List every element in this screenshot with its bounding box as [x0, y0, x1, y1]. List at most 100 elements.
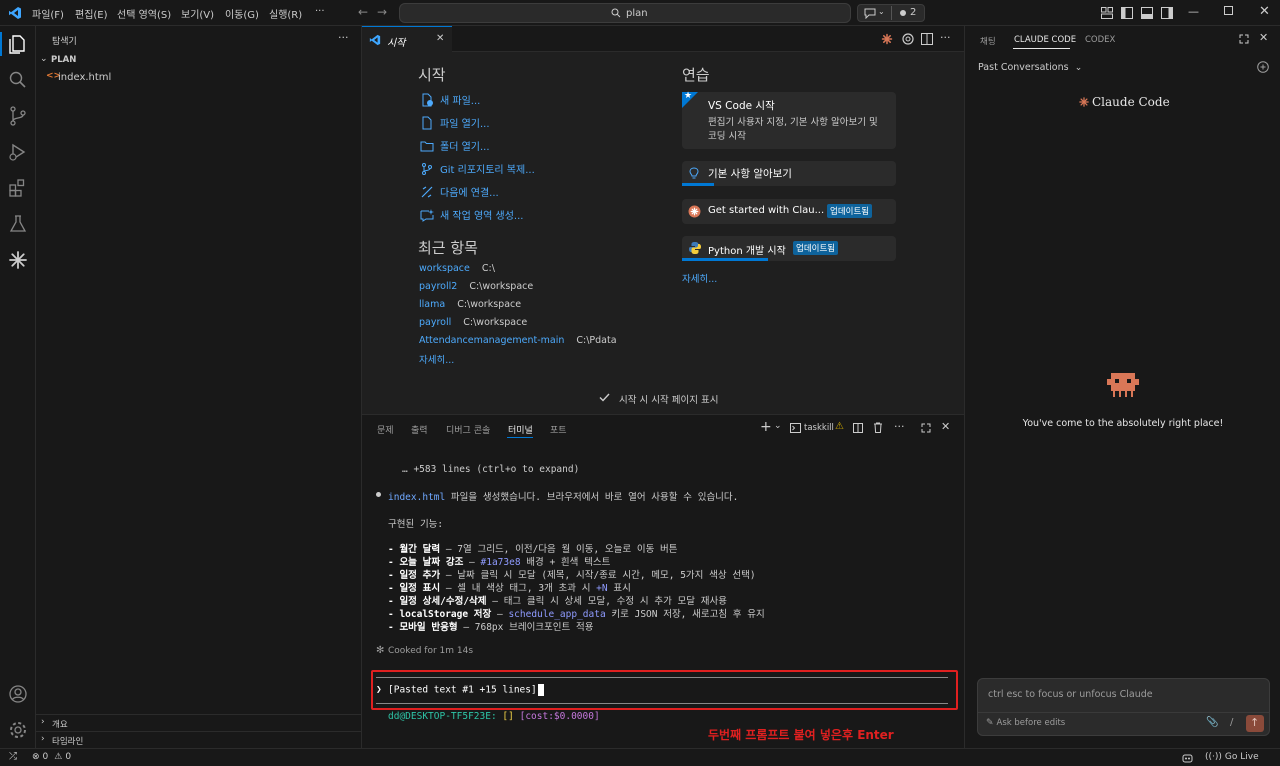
walkthrough-python-card[interactable]: Python 개발 시작 업데이트됨 [682, 236, 896, 261]
tab-chat[interactable]: 채팅 [980, 35, 996, 47]
split-editor-icon[interactable] [921, 33, 933, 45]
maximize-icon[interactable] [1239, 34, 1249, 44]
file-item-index-html[interactable]: <> index.html [36, 70, 362, 86]
menu-more[interactable]: ··· [315, 6, 325, 17]
copilot-icon[interactable] [1182, 753, 1193, 763]
ask-before-edits-toggle[interactable]: ✎ Ask before edits [986, 718, 1065, 728]
send-button[interactable]: ↑ [1246, 715, 1264, 732]
tab-claude-code[interactable]: CLAUDE CODE [1014, 35, 1076, 45]
tab-codex[interactable]: CODEX [1085, 35, 1115, 45]
command-center[interactable]: plan [399, 3, 851, 23]
recent-item-name: payroll2 [419, 281, 458, 292]
status-line: dd@DESKTOP-TF5F23E: [] [cost:$0.0000] [388, 711, 600, 722]
agent-count: 2 [910, 7, 917, 18]
search-view-icon[interactable] [6, 68, 30, 92]
extensions-icon[interactable] [6, 176, 30, 200]
chevron-down-icon[interactable]: ⌄ [774, 421, 782, 431]
forward-arrow-icon[interactable]: → [377, 5, 387, 19]
menu-edit[interactable]: 편집(E) [75, 6, 108, 21]
recent-item[interactable]: Attendancemanagement-main C:\Pdata [419, 335, 617, 346]
vscode-logo-icon [8, 6, 22, 20]
close-window-icon[interactable]: ✕ [1259, 4, 1270, 19]
warning-icon: ⚠ [54, 752, 63, 762]
chat-toggle-group[interactable]: ⌄ 2 [857, 4, 925, 22]
walkthroughs-more-link[interactable]: 자세히... [682, 271, 717, 285]
clone-git-link[interactable]: Git 리포지토리 복제... [420, 161, 535, 176]
new-conversation-icon[interactable] [1257, 61, 1269, 73]
chevron-down-icon: ⌄ [1074, 63, 1083, 73]
tab-terminal[interactable]: 터미널 [508, 423, 533, 436]
go-live-button[interactable]: ((·)) Go Live [1205, 752, 1259, 762]
pencil-icon: ✎ [986, 718, 994, 728]
past-conversations-dropdown[interactable]: Past Conversations ⌄ [978, 62, 1082, 73]
recent-item[interactable]: llama C:\workspace [419, 299, 521, 310]
input-rule-bottom [376, 703, 948, 704]
maximize-icon[interactable] [1224, 6, 1233, 15]
broadcast-icon: ((·)) [1205, 752, 1222, 762]
menu-selection[interactable]: 선택 영역(S) [117, 6, 171, 21]
remote-icon[interactable]: ⤮ [9, 751, 17, 762]
tab-welcome[interactable]: 시작 ✕ [362, 26, 452, 52]
command-center-text: plan [626, 8, 648, 19]
more-actions-icon[interactable]: ··· [940, 31, 951, 44]
tab-debug-console[interactable]: 디버그 콘솔 [446, 423, 490, 436]
run-debug-icon[interactable] [6, 140, 30, 164]
tab-problems[interactable]: 문제 [377, 423, 394, 436]
testing-flask-icon[interactable] [6, 212, 30, 236]
explorer-icon[interactable] [6, 32, 30, 56]
close-tab-icon[interactable]: ✕ [436, 33, 444, 44]
walkthrough-vscode-card[interactable]: ★ VS Code 시작 편집기 사용자 지정, 기본 사항 알아보기 및 코딩… [682, 91, 896, 149]
tab-output[interactable]: 출력 [411, 423, 428, 436]
claude-asterisk-icon[interactable] [6, 248, 30, 272]
menu-run[interactable]: 실행(R) [269, 6, 302, 21]
minimize-icon[interactable]: — [1188, 5, 1199, 18]
walkthrough-claude-card[interactable]: Get started with Clau... 업데이트됨 [682, 199, 896, 224]
attach-paperclip-icon[interactable]: 📎 [1206, 717, 1218, 728]
connect-to-link[interactable]: 다음에 연결... [420, 184, 499, 199]
tab-ports[interactable]: 포트 [550, 423, 567, 436]
menu-go[interactable]: 이동(G) [225, 6, 259, 21]
show-on-startup-checkbox[interactable] [599, 392, 610, 403]
close-panel-icon[interactable]: ✕ [941, 420, 950, 433]
toggle-secondary-sidebar-icon[interactable] [1161, 7, 1173, 19]
recent-item[interactable]: workspace C:\ [419, 263, 495, 274]
open-folder-link[interactable]: 폴더 열기... [420, 138, 490, 153]
slash-command-button[interactable]: / [1230, 717, 1233, 728]
claude-logo-icon [688, 205, 701, 218]
toggle-sidebar-icon[interactable] [1121, 7, 1133, 19]
new-terminal-icon[interactable]: + [760, 419, 772, 435]
new-workspace-link[interactable]: 새 작업 영역 생성... [420, 207, 523, 222]
back-arrow-icon[interactable]: ← [358, 5, 368, 19]
menu-file[interactable]: 파일(F) [32, 6, 64, 21]
openai-icon[interactable] [902, 33, 914, 45]
more-actions-icon[interactable]: ··· [894, 420, 905, 433]
outline-section[interactable]: › 개요 [36, 714, 362, 730]
recent-item[interactable]: payroll2 C:\workspace [419, 281, 533, 292]
terminal-input[interactable]: [Pasted text #1 +15 lines] [388, 684, 544, 696]
open-file-link[interactable]: 파일 열기... [420, 115, 490, 130]
layout-customize-icon[interactable] [1101, 7, 1113, 19]
maximize-panel-icon[interactable] [921, 423, 931, 433]
recent-item[interactable]: payroll C:\workspace [419, 317, 527, 328]
toggle-panel-icon[interactable] [1141, 7, 1153, 19]
new-file-link[interactable]: 새 파일... [420, 92, 480, 107]
recent-more-link[interactable]: 자세히... [419, 352, 454, 366]
account-icon[interactable] [6, 682, 30, 706]
folder-header[interactable]: ⌄ PLAN [36, 54, 362, 68]
problems-status[interactable]: ⊗ 0 ⚠ 0 [32, 752, 71, 762]
manage-gear-icon[interactable] [6, 718, 30, 742]
claude-run-icon[interactable] [881, 33, 893, 45]
more-actions-icon[interactable]: ··· [338, 31, 349, 44]
close-icon[interactable]: ✕ [1259, 31, 1268, 44]
walkthrough-basics-card[interactable]: 기본 사항 알아보기 [682, 161, 896, 186]
terminal-name[interactable]: taskkill [804, 423, 834, 433]
source-control-icon[interactable] [6, 104, 30, 128]
active-indicator [0, 32, 2, 56]
welcome-text: You've come to the absolutely right plac… [1022, 418, 1224, 429]
timeline-section[interactable]: › 타임라인 [36, 731, 362, 747]
trash-icon[interactable] [873, 422, 883, 433]
split-terminal-icon[interactable] [853, 423, 863, 433]
claude-input-box[interactable]: ctrl esc to focus or unfocus Claude ✎ As… [977, 678, 1270, 736]
menu-view[interactable]: 보기(V) [181, 6, 214, 21]
prompt-user: dd@DESKTOP-TF5F23E: [388, 711, 497, 722]
